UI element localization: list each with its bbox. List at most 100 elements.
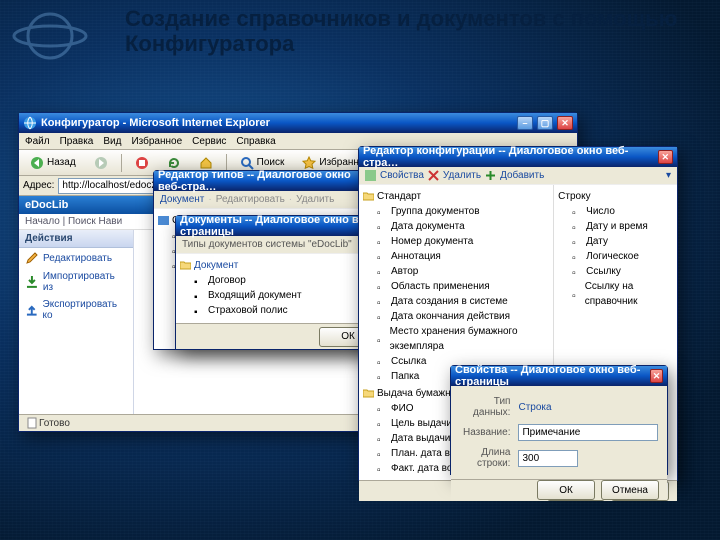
slide-title: Создание справочников и документов с пом… [125, 6, 700, 57]
close-button[interactable]: ✕ [658, 150, 673, 164]
toolbar-add[interactable]: Добавить [500, 170, 544, 181]
field-icon: ▫ [377, 281, 388, 292]
folder-open-icon [363, 191, 374, 202]
tab-document[interactable]: Документ [160, 194, 204, 205]
import-icon [25, 275, 39, 289]
tree-label: Число [586, 204, 615, 219]
tree-item[interactable]: ▫Ссылку на справочник [570, 279, 675, 309]
menu-tools[interactable]: Сервис [192, 136, 226, 147]
tree-item[interactable]: ▫Дату [570, 234, 675, 249]
forward-button[interactable] [87, 153, 115, 173]
search-icon [240, 156, 254, 170]
minimize-button[interactable]: – [517, 116, 533, 130]
cancel-button[interactable]: Отмена [601, 480, 659, 500]
tree-item[interactable]: ▫Дата создания в системе [375, 294, 551, 309]
field-icon: ▫ [377, 251, 388, 262]
tree-item[interactable]: ▫Автор [375, 264, 551, 279]
close-button[interactable]: ✕ [650, 369, 663, 383]
ie-titlebar[interactable]: Конфигуратор - Microsoft Internet Explor… [19, 113, 577, 133]
page-icon: ▪ [194, 275, 205, 286]
type-icon: ▫ [572, 221, 583, 232]
actions-panel: Действия Редактировать Импортировать из … [19, 230, 134, 414]
chevron-down-icon[interactable]: ▾ [666, 170, 671, 181]
action-label: Редактировать [43, 253, 112, 264]
tree-label: Дату [586, 234, 608, 249]
tree-item[interactable]: ▫Ссылку [570, 264, 675, 279]
tree-label: Строку [558, 189, 590, 204]
menu-file[interactable]: Файл [25, 136, 50, 147]
tree-label: Группа документов [391, 204, 480, 219]
action-edit[interactable]: Редактировать [19, 248, 133, 268]
delete-icon [428, 170, 439, 181]
tree-item[interactable]: ▫Область применения [375, 279, 551, 294]
menu-fav[interactable]: Избранное [131, 136, 182, 147]
tree-label: Дата документа [391, 219, 465, 234]
menu-edit[interactable]: Правка [60, 136, 94, 147]
tree-item[interactable]: ▫Аннотация [375, 249, 551, 264]
toolbar-delete[interactable]: Удалить [443, 170, 481, 181]
tree-label: Страховой полис [208, 303, 288, 318]
field-icon: ▫ [377, 236, 388, 247]
tree-label: Дата создания в системе [391, 294, 508, 309]
action-export[interactable]: Экспортировать ко [19, 296, 133, 324]
search-label: Поиск [257, 157, 285, 168]
field-icon: ▫ [377, 356, 388, 367]
close-button[interactable]: ✕ [557, 116, 573, 130]
add-icon [485, 170, 496, 181]
props-title: Свойства -- Диалоговое окно веб-страницы [455, 364, 642, 388]
properties-icon [365, 170, 376, 181]
field-icon: ▫ [377, 221, 388, 232]
toolbar-properties[interactable]: Свойства [380, 170, 424, 181]
len-label: Длина строки: [463, 447, 510, 469]
len-input[interactable] [518, 450, 578, 467]
type-icon: ▫ [572, 206, 583, 217]
tree-label: Аннотация [391, 249, 441, 264]
stop-button[interactable] [128, 153, 156, 173]
arrow-left-icon [30, 156, 44, 170]
tree-label: Логическое [586, 249, 639, 264]
action-label: Экспортировать ко [43, 299, 127, 321]
action-import[interactable]: Импортировать из [19, 268, 133, 296]
addr-label: Адрес: [23, 180, 54, 191]
tree-item[interactable]: ▫Число [570, 204, 675, 219]
ie-title: Конфигуратор - Microsoft Internet Explor… [41, 117, 270, 129]
maximize-button[interactable]: ▢ [537, 116, 553, 130]
tree-head: Строку [556, 189, 675, 204]
docs-caption-label: Типы документов системы "eDocLib" [182, 239, 352, 250]
back-button[interactable]: Назад [23, 153, 83, 173]
home-icon [199, 156, 213, 170]
field-icon: ▫ [377, 296, 388, 307]
tree-item[interactable]: ▫Место хранения бумажного экземпляра [375, 324, 551, 354]
tree-item[interactable]: ▫Дату и время [570, 219, 675, 234]
props-form: Тип данных: Строка Название: Длина строк… [451, 386, 667, 479]
field-icon: ▫ [377, 334, 387, 345]
menu-view[interactable]: Вид [103, 136, 121, 147]
menu-help[interactable]: Справка [236, 136, 275, 147]
tree-item[interactable]: ▫Логическое [570, 249, 675, 264]
tab-delete[interactable]: Удалить [296, 194, 334, 205]
field-icon: ▫ [377, 371, 388, 382]
field-icon: ▫ [377, 433, 388, 444]
folder-open-icon [180, 260, 191, 271]
ok-button[interactable]: ОК [537, 480, 595, 500]
field-icon: ▫ [377, 403, 388, 414]
name-input[interactable] [518, 424, 658, 441]
tree-label: Номер документа [391, 234, 473, 249]
tree-item[interactable]: ▫Дата окончания действия [375, 309, 551, 324]
types-title: Редактор типов -- Диалоговое окно веб-ст… [158, 169, 371, 193]
tree-item[interactable]: ▫Номер документа [375, 234, 551, 249]
field-icon: ▫ [377, 418, 388, 429]
field-icon: ▫ [377, 463, 388, 474]
field-icon: ▫ [377, 448, 388, 459]
back-label: Назад [47, 157, 76, 168]
tree-item[interactable]: ▫Дата документа [375, 219, 551, 234]
props-titlebar[interactable]: Свойства -- Диалоговое окно веб-страницы… [451, 366, 667, 386]
tree-label: Ссылку на справочник [585, 279, 675, 309]
tab-edit[interactable]: Редактировать [216, 194, 285, 205]
tree-item[interactable]: ▫Группа документов [375, 204, 551, 219]
config-titlebar[interactable]: Редактор конфигурации -- Диалоговое окно… [359, 147, 677, 167]
tree-label: План. дата во [391, 446, 455, 461]
page-icon: ▪ [194, 305, 205, 316]
stop-icon [135, 156, 149, 170]
book-icon [158, 215, 169, 226]
